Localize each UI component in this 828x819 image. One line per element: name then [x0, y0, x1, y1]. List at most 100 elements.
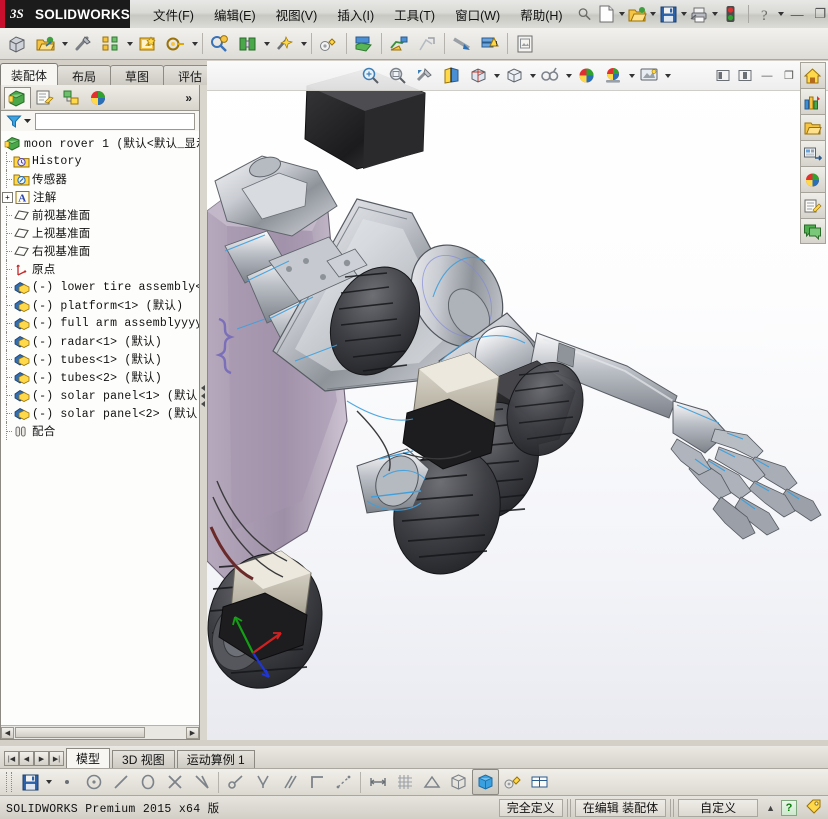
tree-item-full-arm-assembly[interactable]: (-) full arm assemblyyyy<1 [1, 314, 199, 332]
menu-insert[interactable]: 插入(I) [328, 1, 383, 28]
tree-item-radar[interactable]: (-) radar<1> (默认) [1, 332, 199, 350]
tree-item-lower-tire-assembly[interactable]: (-) lower tire assembly<1> [1, 278, 199, 296]
pattern-dropdown[interactable] [125, 35, 134, 53]
tree-horizontal-scrollbar[interactable]: ◀ ▶ [1, 725, 199, 739]
scroll-thumb[interactable] [15, 727, 145, 738]
edit-appearance-icon[interactable] [573, 63, 600, 89]
construction-geometry-icon[interactable] [330, 769, 357, 795]
tag-icon[interactable] [805, 798, 822, 817]
zoom-to-fit-icon[interactable] [357, 63, 384, 89]
menu-view[interactable]: 视图(V) [267, 1, 327, 28]
display-style-icon[interactable] [501, 63, 528, 89]
save-icon[interactable] [658, 3, 680, 25]
filter-icon[interactable] [6, 114, 22, 129]
property-manager-tab[interactable] [31, 87, 58, 109]
bill-of-materials-icon[interactable] [315, 30, 343, 58]
tile-left-icon[interactable] [712, 66, 734, 86]
restore-button[interactable]: ❐ [809, 4, 828, 24]
tree-item-top-plane[interactable]: 上视基准面 [1, 224, 199, 242]
tree-item-tubes-2[interactable]: (-) tubes<2> (默认) [1, 368, 199, 386]
display-style-dropdown[interactable] [528, 67, 537, 85]
circle-icon[interactable] [80, 769, 107, 795]
hide-show-dropdown[interactable] [564, 67, 573, 85]
menu-help[interactable]: 帮助(H) [511, 1, 571, 28]
view-settings-dropdown[interactable] [663, 67, 672, 85]
tree-item-origin[interactable]: 原点 [1, 260, 199, 278]
nav-first-button[interactable]: |◀ [4, 751, 19, 766]
panel-more-tabs[interactable]: » [185, 91, 192, 105]
tree-item-history[interactable]: History [1, 152, 199, 170]
smart-fasteners-icon[interactable] [134, 30, 162, 58]
nav-last-button[interactable]: ▶| [49, 751, 64, 766]
scroll-left-button[interactable]: ◀ [1, 726, 14, 739]
print-icon[interactable] [689, 3, 711, 25]
display-manager-tab[interactable] [85, 87, 112, 109]
menu-file[interactable]: 文件(F) [144, 1, 203, 28]
minimize-button[interactable]: — [786, 4, 809, 24]
save-dropdown[interactable] [680, 5, 689, 23]
angle-icon[interactable] [188, 769, 215, 795]
custom-units-status[interactable]: 自定义 [678, 798, 759, 817]
trim-entities-icon[interactable] [161, 769, 188, 795]
tree-item-annotations[interactable]: + A 注解 [1, 188, 199, 206]
line-icon[interactable] [107, 769, 134, 795]
perpendicular-icon[interactable] [249, 769, 276, 795]
menu-window[interactable]: 窗口(W) [446, 1, 509, 28]
design-library-icon[interactable] [799, 88, 826, 114]
section-view-icon[interactable] [438, 63, 465, 89]
units-dropdown-icon[interactable]: ▲ [766, 803, 775, 813]
view-orientation-dropdown[interactable] [492, 67, 501, 85]
graphics-area[interactable]: SWL [207, 61, 828, 740]
tree-item-right-plane[interactable]: 右视基准面 [1, 242, 199, 260]
view-settings-icon[interactable] [636, 63, 663, 89]
file-explorer-icon[interactable] [799, 114, 826, 140]
custom-properties-icon[interactable] [799, 192, 826, 218]
mate-icon[interactable] [69, 30, 97, 58]
tree-item-sensors[interactable]: 传感器 [1, 170, 199, 188]
new-motion-study-icon[interactable] [271, 30, 299, 58]
bottom-tab-model[interactable]: 模型 [66, 748, 111, 768]
bottom-tab-motion-study-1[interactable]: 运动算例 1 [176, 750, 255, 768]
table-icon[interactable] [526, 769, 553, 795]
appearances-scenes-icon[interactable] [799, 166, 826, 192]
exploded-view-icon[interactable] [350, 30, 378, 58]
open-document-dropdown[interactable] [649, 5, 658, 23]
feature-manager-tab[interactable] [4, 86, 31, 109]
new-document-dropdown[interactable] [618, 5, 627, 23]
solidworks-forum-icon[interactable] [799, 218, 826, 244]
move-component-icon[interactable] [162, 30, 190, 58]
splitter-arrows[interactable] [201, 385, 205, 407]
pin-icon[interactable] [574, 3, 596, 25]
toolbar-grip[interactable] [6, 772, 12, 792]
help-dropdown[interactable] [777, 5, 786, 23]
document-properties-icon[interactable] [511, 30, 539, 58]
scroll-right-button[interactable]: ▶ [186, 726, 199, 739]
tangent-arc-icon[interactable] [222, 769, 249, 795]
isometric-view-icon[interactable] [445, 769, 472, 795]
solidworks-resources-icon[interactable] [799, 62, 826, 88]
cad-model-viewport[interactable]: SWL [207, 61, 828, 740]
tab-assembly[interactable]: 装配体 [0, 63, 59, 87]
menu-edit[interactable]: 编辑(E) [205, 1, 265, 28]
new-document-icon[interactable] [596, 3, 618, 25]
measure-angle-icon[interactable] [418, 769, 445, 795]
reference-geometry-icon[interactable] [234, 30, 262, 58]
tree-item-solar-panel-1[interactable]: (-) solar panel<1> (默认) [1, 386, 199, 404]
tree-item-front-plane[interactable]: 前视基准面 [1, 206, 199, 224]
help-status-icon[interactable]: ? [781, 799, 797, 816]
tree-root-moon-rover[interactable]: moon rover 1 (默认<默认_显示 [1, 134, 199, 152]
filter-dropdown-icon[interactable] [23, 114, 32, 128]
tree-item-platform[interactable]: (-) platform<1> (默认) [1, 296, 199, 314]
smart-dimension-icon[interactable] [364, 769, 391, 795]
tree-item-solar-panel-2[interactable]: (-) solar panel<2> (默认) [1, 404, 199, 422]
section-properties-icon[interactable] [499, 769, 526, 795]
save-icon[interactable] [17, 769, 44, 795]
point-icon[interactable] [53, 769, 80, 795]
edit-component-dropdown[interactable] [60, 35, 69, 53]
tree-item-tubes-1[interactable]: (-) tubes<1> (默认) [1, 350, 199, 368]
interference-detection-icon[interactable] [413, 30, 441, 58]
assembly-features-icon[interactable] [206, 30, 234, 58]
motion-study-dropdown[interactable] [299, 35, 308, 53]
assembly-visualization-icon[interactable]: ! [476, 30, 504, 58]
nav-next-button[interactable]: ▶ [34, 751, 49, 766]
